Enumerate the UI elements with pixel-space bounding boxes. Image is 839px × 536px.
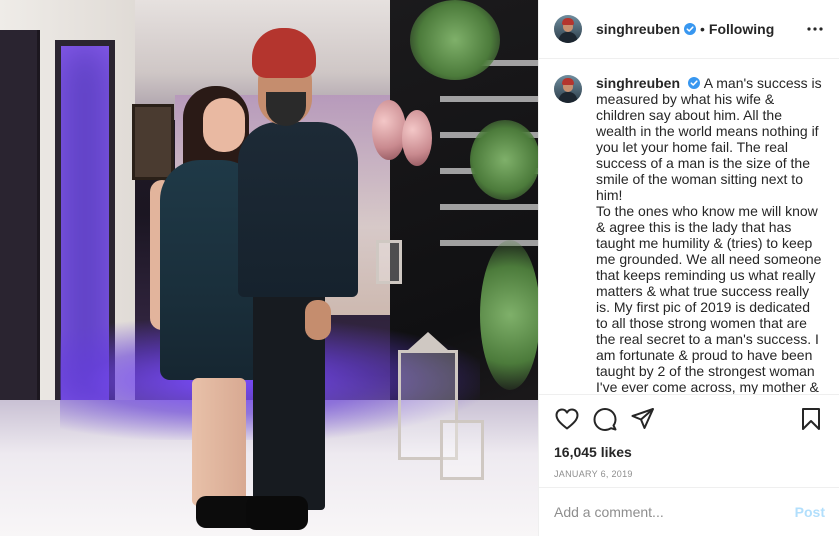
photo-balloon — [372, 100, 406, 160]
post-header: singhreuben • Following — [539, 0, 839, 60]
header-separator: • — [700, 21, 705, 38]
post-date[interactable]: JANUARY 6, 2019 — [539, 461, 839, 487]
comment-icon[interactable] — [591, 405, 619, 433]
comment-bar: Post — [539, 486, 839, 536]
avatar[interactable] — [554, 15, 582, 44]
photo-man-sweater — [238, 122, 358, 297]
instagram-post: singhreuben • Following singhreuben A ma… — [0, 0, 839, 536]
heart-icon[interactable] — [553, 405, 581, 433]
verified-badge-icon — [684, 23, 697, 36]
photo-man-shoes — [246, 496, 308, 530]
photo-lantern — [376, 240, 402, 284]
photo-lantern — [440, 420, 484, 480]
caption: singhreuben A man's success is measured … — [596, 75, 823, 394]
photo-wall-picture — [132, 104, 174, 180]
post-comment-button[interactable]: Post — [795, 504, 825, 520]
action-bar — [539, 395, 839, 442]
share-icon[interactable] — [629, 405, 657, 433]
following-button[interactable]: Following — [709, 21, 774, 37]
post-photo[interactable] — [0, 0, 538, 536]
photo-plant — [480, 240, 538, 390]
photo-man-turban — [252, 28, 316, 78]
verified-badge-icon — [687, 77, 700, 90]
photo-door — [0, 30, 40, 430]
photo-lantern-top — [408, 332, 448, 350]
likes-count[interactable]: 16,045 likes — [539, 443, 839, 461]
photo-plant — [410, 0, 500, 80]
comment-input[interactable] — [554, 503, 795, 520]
post-side-panel: singhreuben • Following singhreuben A ma… — [538, 0, 839, 536]
more-options-icon[interactable] — [803, 17, 827, 41]
bookmark-icon[interactable] — [797, 405, 825, 433]
caption-area[interactable]: singhreuben A man's success is measured … — [539, 59, 839, 396]
username-link[interactable]: singhreuben — [596, 21, 680, 37]
photo-plant — [470, 120, 538, 200]
photo-man-hand — [305, 300, 331, 340]
photo-woman-legs — [192, 378, 246, 506]
photo-balloon — [402, 110, 432, 166]
caption-username-link[interactable]: singhreuben — [596, 75, 680, 91]
caption-avatar[interactable] — [554, 75, 582, 104]
photo-woman-face — [203, 98, 245, 152]
caption-text: A man's success is measured by what his … — [596, 75, 822, 396]
